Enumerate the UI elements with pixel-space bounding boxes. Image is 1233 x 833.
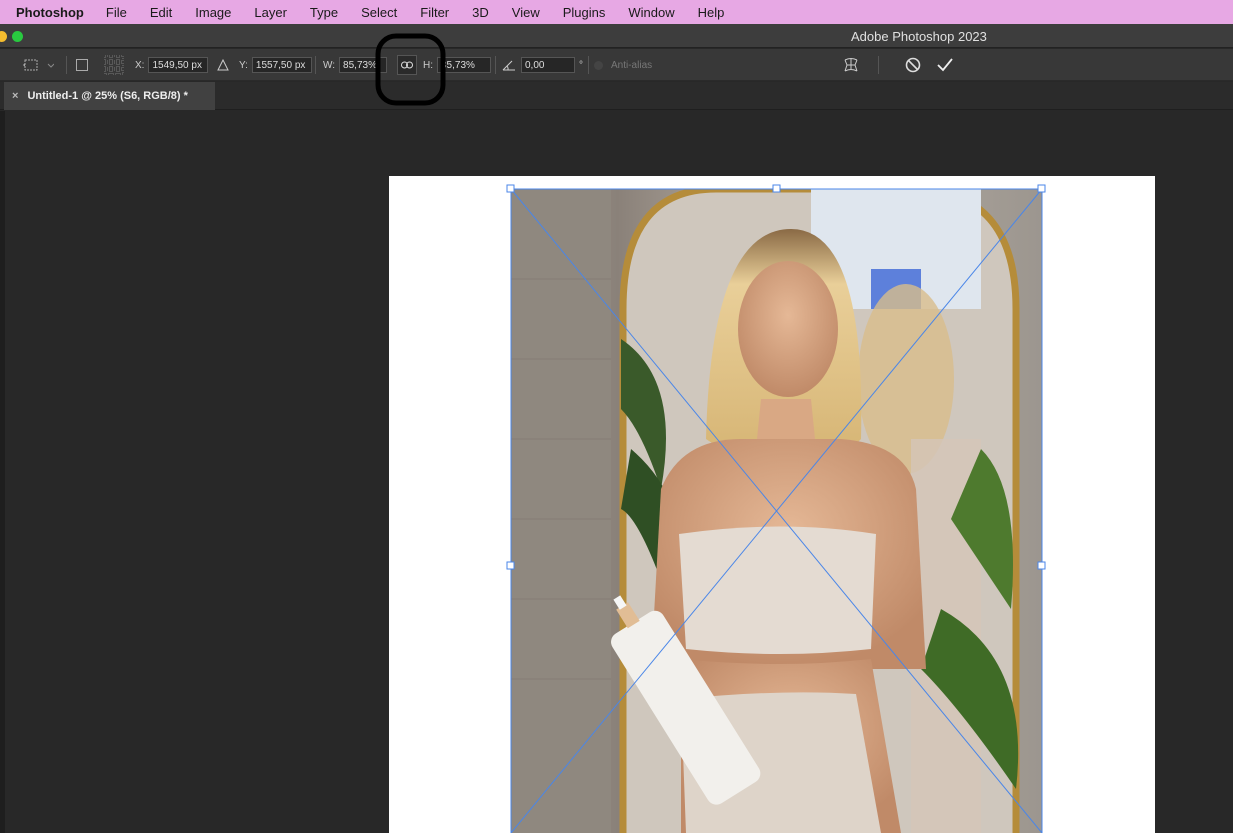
transform-bounding-box bbox=[375, 33, 1046, 833]
transform-handle-top-center bbox=[772, 184, 781, 193]
transform-handle-top-right bbox=[1037, 184, 1046, 193]
transform-handle-top-left bbox=[506, 184, 515, 193]
transform-handle-middle-left bbox=[506, 561, 515, 570]
transform-handle-middle-right bbox=[1037, 561, 1046, 570]
annotation-highlight-circle bbox=[375, 33, 446, 106]
